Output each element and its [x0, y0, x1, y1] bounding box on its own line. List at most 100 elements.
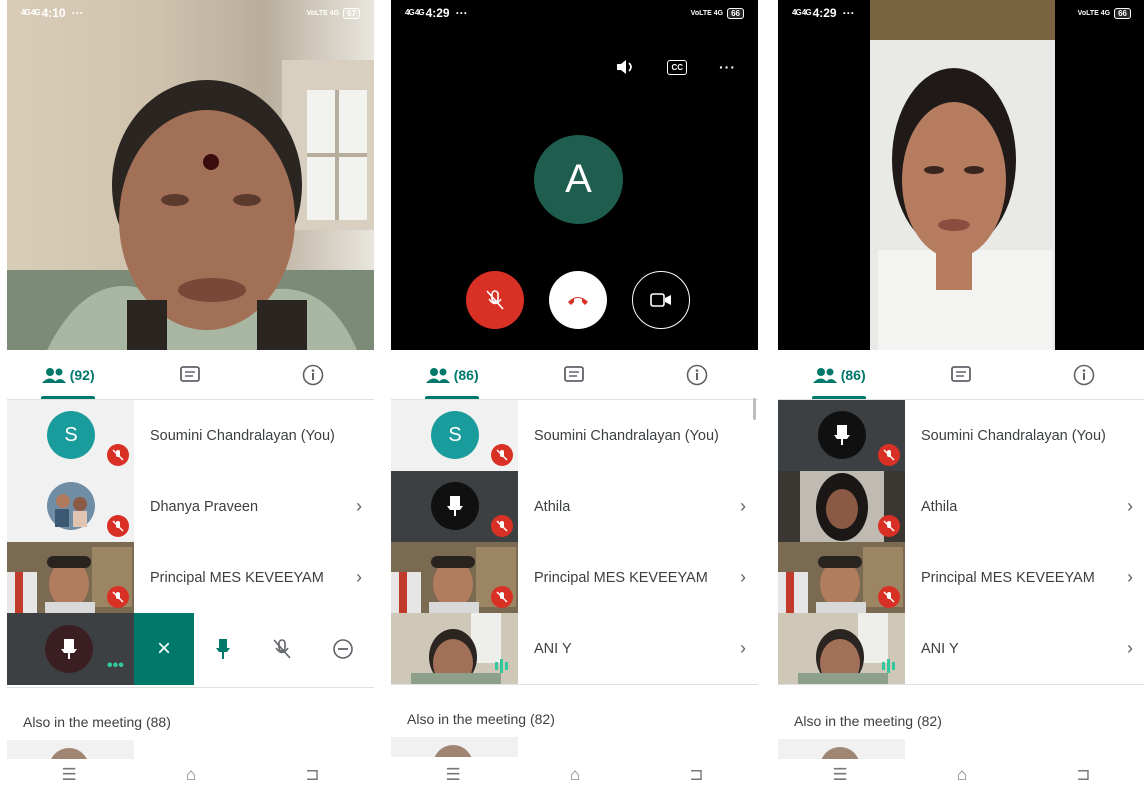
people-icon — [41, 367, 66, 383]
more-options-icon[interactable]: ··· — [719, 59, 736, 75]
back-icon[interactable]: ⊐ — [305, 765, 319, 785]
participant-tile — [391, 471, 518, 542]
participant-row[interactable]: Dhanya Praveen › — [7, 471, 374, 542]
main-video-feed[interactable] — [778, 0, 1144, 350]
participant-row[interactable]: S Soumini Chandralayan (You) — [391, 400, 758, 471]
pin-icon — [61, 639, 77, 659]
people-count: (86) — [840, 366, 866, 383]
more-dots-icon[interactable]: ••• — [107, 657, 124, 675]
tab-people[interactable]: (86) — [778, 350, 900, 399]
avatar — [818, 411, 866, 459]
participant-tile — [778, 471, 905, 542]
participant-tile — [778, 613, 905, 684]
tab-chat[interactable] — [900, 350, 1022, 399]
people-count: (92) — [69, 366, 95, 383]
meeting-tabs: (86) — [778, 350, 1144, 400]
info-icon — [302, 364, 324, 385]
tab-chat[interactable] — [129, 350, 251, 399]
mic-off-icon — [107, 586, 129, 608]
chevron-right-icon[interactable]: › — [1115, 496, 1144, 517]
tab-info[interactable] — [1023, 350, 1144, 399]
participant-name: Dhanya Praveen — [150, 498, 259, 515]
chat-icon — [180, 365, 201, 382]
menu-icon[interactable]: ☰ — [62, 765, 77, 785]
young-woman-video-image — [870, 0, 1055, 350]
chevron-right-icon[interactable]: › — [344, 496, 374, 517]
status-extra: ··· — [71, 6, 84, 20]
participant-row[interactable]: Principal MES KEVEEYAM › — [778, 542, 1144, 613]
call-top-controls: CC ··· — [615, 58, 736, 76]
mute-participant-icon[interactable] — [272, 638, 292, 660]
tab-chat[interactable] — [513, 350, 635, 399]
participant-tile — [391, 542, 518, 613]
chevron-right-icon[interactable]: › — [1115, 567, 1144, 588]
close-actions-button[interactable]: × — [134, 613, 194, 685]
participant-name: Athila — [921, 498, 958, 515]
participant-tile-partial — [7, 740, 134, 759]
people-count: (86) — [453, 366, 479, 383]
end-call-button[interactable] — [549, 271, 607, 329]
avatar: S — [431, 411, 479, 459]
avatar — [45, 625, 93, 673]
participant-row[interactable]: Soumini Chandralayan (You) — [778, 400, 1144, 471]
hang-up-icon — [568, 297, 588, 305]
menu-icon[interactable]: ☰ — [833, 765, 848, 785]
status-bar: 4G 4G 4:10 ··· VoLTE 4G 67 — [7, 0, 374, 26]
camera-toggle-button[interactable] — [632, 271, 690, 329]
clock: 4:10 — [41, 6, 66, 20]
participant-row[interactable]: Principal MES KEVEEYAM › — [391, 542, 758, 613]
chevron-right-icon[interactable]: › — [1115, 638, 1144, 659]
also-in-meeting-heading: Also in the meeting (88) — [23, 714, 171, 730]
home-icon[interactable]: ⌂ — [186, 765, 196, 785]
chevron-right-icon[interactable]: › — [344, 567, 374, 588]
participant-tile-partial — [391, 737, 518, 757]
tab-info[interactable] — [636, 350, 758, 399]
phone-screen-2: 4G 4G 4:29 ··· VoLTE 4G 66 CC ··· A (86) — [391, 0, 758, 791]
participant-row[interactable]: Athila › — [778, 471, 1144, 542]
back-icon[interactable]: ⊐ — [689, 765, 703, 785]
participant-row[interactable]: S Soumini Chandralayan (You) — [7, 400, 374, 471]
tab-people[interactable]: (92) — [7, 350, 129, 399]
chevron-right-icon[interactable]: › — [728, 567, 758, 588]
phone-screen-3: 4G 4G 4:29 ··· VoLTE 4G 66 (86) Soumini … — [778, 0, 1144, 791]
participant-tile — [7, 542, 134, 613]
participant-tile — [778, 542, 905, 613]
phone-screen-1: 4G 4G 4:10 ··· VoLTE 4G 67 (92) S Soumin… — [7, 0, 374, 791]
network-type: VoLTE 4G — [306, 9, 340, 17]
mic-off-icon — [491, 444, 513, 466]
participant-row[interactable]: ANI Y › — [391, 613, 758, 684]
participant-row[interactable]: Athila › — [391, 471, 758, 542]
participant-name: Principal MES KEVEEYAM — [534, 569, 708, 586]
status-extra: ··· — [455, 6, 468, 20]
menu-icon[interactable]: ☰ — [446, 765, 461, 785]
participant-name: Soumini Chandralayan (You) — [150, 427, 335, 444]
captions-icon[interactable]: CC — [667, 59, 687, 75]
participant-tile — [391, 613, 518, 684]
tab-people[interactable]: (86) — [391, 350, 513, 399]
participant-name: Soumini Chandralayan (You) — [921, 427, 1106, 444]
participant-action-row: ••• × — [7, 613, 374, 685]
speaker-icon[interactable] — [615, 58, 635, 76]
participant-tile — [7, 471, 134, 542]
system-nav-bar: ☰ ⌂ ⊐ — [7, 759, 374, 791]
main-video-feed[interactable] — [7, 0, 374, 350]
participant-row[interactable]: Principal MES KEVEEYAM › — [7, 542, 374, 613]
meeting-tabs: (92) — [7, 350, 374, 400]
people-icon — [812, 367, 837, 383]
remove-participant-icon[interactable] — [332, 638, 354, 660]
home-icon[interactable]: ⌂ — [570, 765, 580, 785]
home-icon[interactable]: ⌂ — [957, 765, 967, 785]
mic-off-icon — [107, 515, 129, 537]
clock: 4:29 — [425, 6, 450, 20]
divider — [778, 684, 1144, 685]
mic-toggle-button[interactable] — [466, 271, 524, 329]
back-icon[interactable]: ⊐ — [1076, 765, 1090, 785]
chevron-right-icon[interactable]: › — [728, 638, 758, 659]
pin-icon[interactable] — [214, 638, 232, 660]
mic-off-icon — [107, 444, 129, 466]
tab-info[interactable] — [252, 350, 374, 399]
chevron-right-icon[interactable]: › — [728, 496, 758, 517]
participant-row[interactable]: ANI Y › — [778, 613, 1144, 684]
people-icon — [425, 367, 450, 383]
mic-off-icon — [878, 444, 900, 466]
